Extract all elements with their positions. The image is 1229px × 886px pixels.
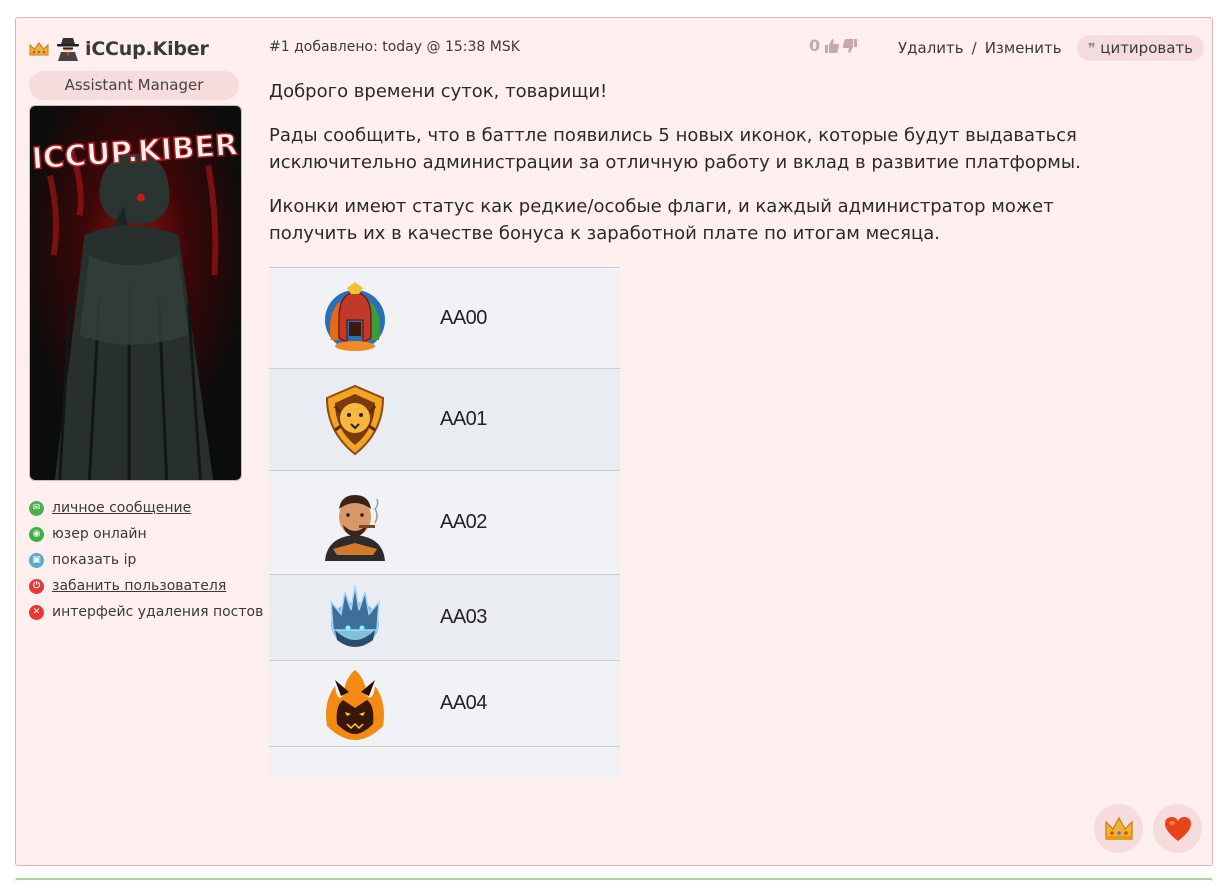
badge-code: AA00 [440,306,487,329]
spartan-helmet-icon [324,282,385,351]
post-meta: #1 добавлено: today @ 15:38 MSK [269,39,520,55]
vote-controls: 0 [809,36,860,55]
badge-row-aa04: AA04 [269,661,620,747]
heart-reaction-button[interactable] [1153,804,1202,853]
vote-count: 0 [809,36,821,55]
ban-user-link[interactable]: забанить пользователя [52,578,226,594]
lion-shield-icon [325,384,384,455]
badge-table-image: AA00 AA01 AA02 AA03 AA04 [269,267,620,778]
badge-row-aa03: AA03 [269,575,620,661]
edit-post-button[interactable]: Изменить [985,39,1062,57]
user-action-ip[interactable]: ▣ показать ip [29,547,259,573]
user-rank-badge: Assistant Manager [29,71,239,100]
show-ip-link[interactable]: показать ip [52,552,136,568]
badge-code: AA04 [440,692,487,714]
user-avatar[interactable]: ICCUP.KIBER [29,105,242,481]
badge-code: AA03 [440,606,487,628]
user-action-ban[interactable]: ⏻ забанить пользователя [29,573,259,599]
user-action-online: ◉ юзер онлайн [29,521,259,547]
computer-icon: ▣ [29,552,44,568]
send-message-link[interactable]: личное сообщение [52,500,191,516]
fire-demon-icon [325,669,384,740]
forum-post: iCCup.Kiber Assistant Manager ICCUP.KIBE… [15,17,1213,866]
user-name[interactable]: iCCup.Kiber [85,38,209,60]
post-body: Доброго времени суток, товарищи! Рады со… [269,78,1099,264]
badge-row-aa01: AA01 [269,369,620,471]
crown-reaction-icon [1104,816,1133,840]
heart-reaction-icon [1164,816,1191,841]
user-action-delete-posts[interactable]: ✕ интерфейс удаления постов [29,599,263,625]
user-actions-list: ✉ личное сообщение ◉ юзер онлайн ▣ показ… [29,495,263,625]
quote-button[interactable]: ❞ цитировать [1076,35,1204,61]
thumbs-up-icon[interactable] [824,38,840,54]
badge-row-aa02: AA02 [269,471,620,575]
delete-icon: ✕ [29,604,44,620]
edit-links: Удалить / Изменить [898,39,1062,57]
spy-icon [57,38,79,61]
edit-links-separator: / [971,39,977,57]
crown-reaction-button[interactable] [1094,804,1143,853]
power-icon: ⏻ [29,578,44,594]
mail-icon: ✉ [29,500,44,516]
quote-label: цитировать [1100,39,1193,57]
post-paragraph: Доброго времени суток, товарищи! [269,81,608,102]
crown-icon [29,42,49,56]
post-paragraph: Иконки имеют статус как редкие/особые фл… [269,196,1054,244]
badge-row-aa00: AA00 [269,268,620,369]
cigar-man-icon [324,494,385,561]
user-name-row: iCCup.Kiber [29,36,259,62]
online-status: юзер онлайн [52,526,147,542]
thumbs-down-icon[interactable] [842,38,858,54]
user-info-column: iCCup.Kiber Assistant Manager ICCUP.KIBE… [29,36,263,625]
ice-crown-icon [329,585,380,647]
online-icon: ◉ [29,526,44,542]
badge-code: AA01 [440,408,487,430]
user-action-message[interactable]: ✉ личное сообщение [29,495,259,521]
delete-posts-link[interactable]: интерфейс удаления постов [52,604,263,620]
post-paragraph: Рады сообщить, что в баттле появились 5 … [269,125,1081,173]
quote-icon: ❞ [1087,41,1096,57]
badge-code: AA02 [440,511,487,533]
post-header: #1 добавлено: today @ 15:38 MSK 0 Удалит… [269,35,1204,61]
delete-post-button[interactable]: Удалить [898,39,964,57]
next-post-edge [15,878,1213,886]
